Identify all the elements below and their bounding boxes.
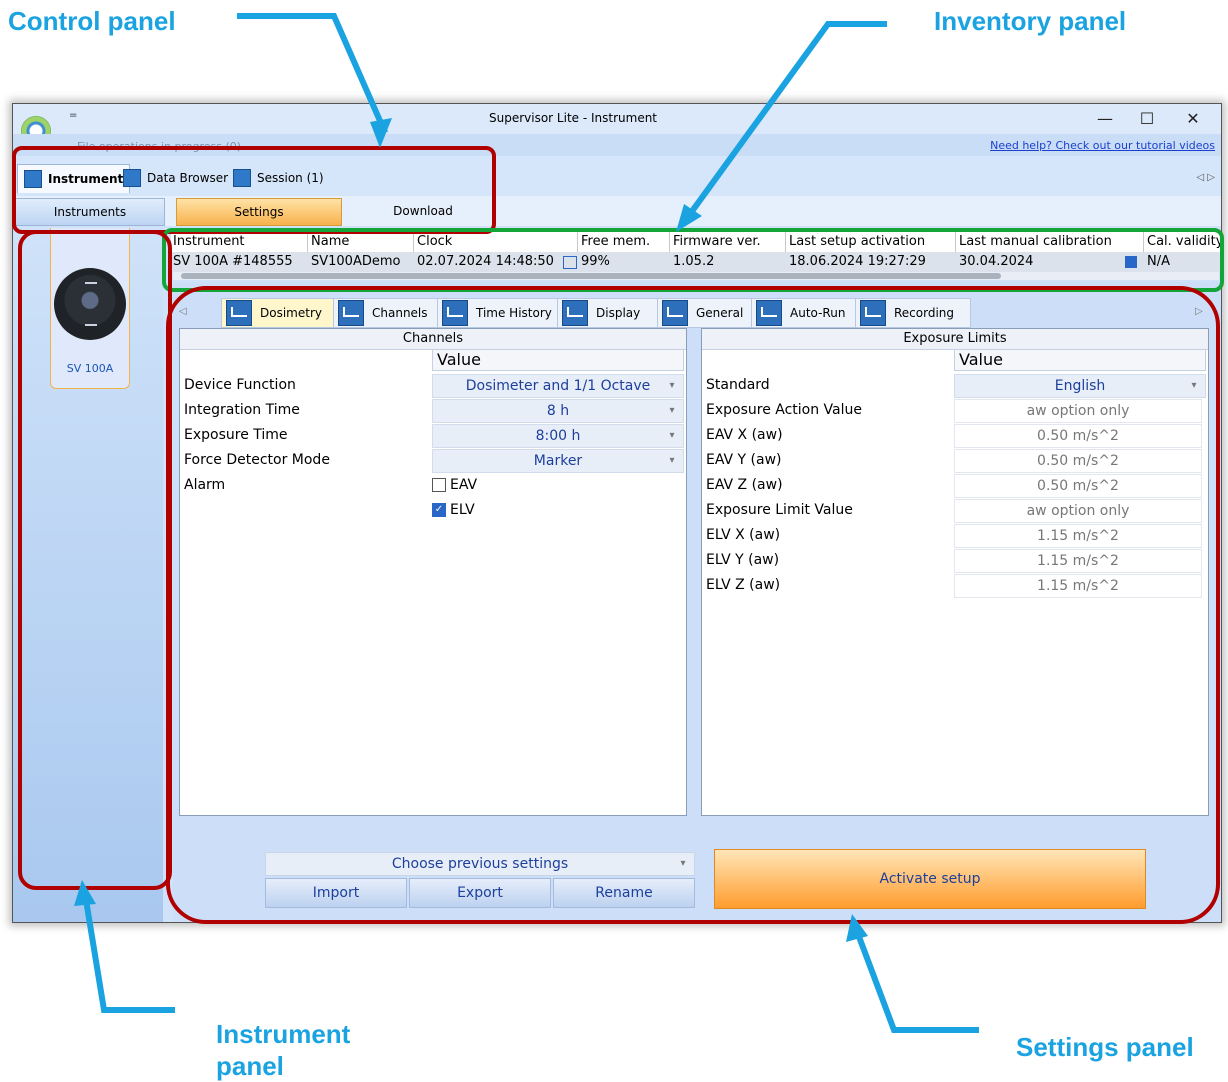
settings-arrow-line (854, 930, 979, 1033)
inventory-arrowhead-icon (676, 204, 702, 232)
control-arrow-line (237, 13, 388, 134)
callout-arrows (74, 13, 979, 1033)
control-arrowhead-icon (370, 118, 392, 148)
instrument-arrowhead-icon (74, 880, 96, 906)
settings-arrowhead-icon (846, 914, 868, 942)
instrument-arrow-line (82, 896, 175, 1013)
inventory-arrow-line (685, 21, 887, 219)
